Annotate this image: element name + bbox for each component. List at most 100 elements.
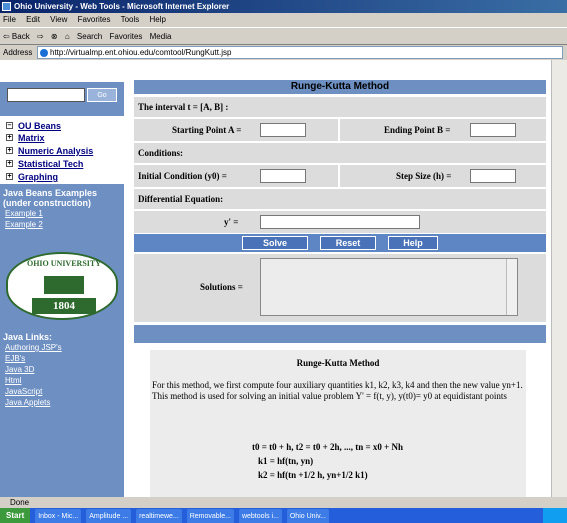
search-input[interactable] xyxy=(7,88,85,102)
ending-point-input[interactable] xyxy=(470,123,516,137)
example-1-link[interactable]: Example 1 xyxy=(0,208,124,219)
method-description: Runge-Kutta Method For this method, we f… xyxy=(150,350,526,497)
menu-favorites[interactable]: Favorites xyxy=(78,15,111,24)
initial-condition-label: Initial Condition (y0) = xyxy=(138,171,227,181)
conditions-row: Conditions: xyxy=(134,143,546,163)
menu-view[interactable]: View xyxy=(50,15,67,24)
link-ejb[interactable]: EJB's xyxy=(0,353,124,364)
taskbar-item[interactable]: Amplitude ... xyxy=(86,509,132,523)
link-html[interactable]: Html xyxy=(0,375,124,386)
interval-label: The interval t = [A, B] : xyxy=(138,102,229,112)
ie-icon xyxy=(2,2,11,11)
starting-point-label: Starting Point A = xyxy=(172,125,242,135)
equation-2: k1 = hf(tn, yn) xyxy=(258,456,314,466)
expand-icon[interactable]: + xyxy=(6,173,13,180)
example-2-link[interactable]: Example 2 xyxy=(0,219,124,230)
address-bar: Address http://virtualmp.ent.ohiou.edu/c… xyxy=(0,45,567,60)
system-tray xyxy=(543,508,567,523)
status-bar: Done xyxy=(0,497,567,508)
link-java-applets[interactable]: Java Applets xyxy=(0,397,124,408)
sidebar-item-statistical-tech[interactable]: + Statistical Tech xyxy=(6,158,122,171)
taskbar-item[interactable]: realtimewe... xyxy=(136,509,182,523)
conditions-label: Conditions: xyxy=(138,148,184,158)
points-row: Starting Point A = Ending Point B = xyxy=(134,119,546,141)
description-paragraph: For this method, we first compute four a… xyxy=(152,380,523,401)
go-button[interactable]: Go xyxy=(87,88,117,102)
sidebar-item-matrix[interactable]: + Matrix xyxy=(6,132,122,145)
page-viewport: Go – OU Beans + Matrix + Numeric Analysis +… xyxy=(0,60,567,497)
sidebar-item-numeric-analysis[interactable]: + Numeric Analysis xyxy=(6,145,122,158)
description-title: Runge-Kutta Method xyxy=(296,358,380,368)
window-title: Ohio University - Web Tools - Microsoft … xyxy=(14,2,230,11)
search-button[interactable]: Search xyxy=(77,32,102,41)
ending-point-label: Ending Point B = xyxy=(384,125,451,135)
stop-button[interactable]: ⊗ xyxy=(51,32,58,41)
solutions-textarea[interactable] xyxy=(260,258,518,316)
interval-row: The interval t = [A, B] : xyxy=(134,97,546,117)
java-links-heading: Java Links: xyxy=(3,332,53,342)
menu-help[interactable]: Help xyxy=(150,15,166,24)
solutions-label: Solutions = xyxy=(200,282,243,292)
browser-toolbar: ⇦ Back ⇨ ⊗ ⌂ Search Favorites Media xyxy=(0,27,567,45)
initial-condition-input[interactable] xyxy=(260,169,306,183)
link-authoring-jsp[interactable]: Authoring JSP's xyxy=(0,342,124,353)
page-scrollbar[interactable] xyxy=(551,60,567,497)
menu-tools[interactable]: Tools xyxy=(121,15,140,24)
expand-icon[interactable]: + xyxy=(6,147,13,154)
yprime-row: y' = xyxy=(134,211,546,233)
ou-beans-heading[interactable]: – OU Beans xyxy=(6,120,122,132)
ohio-university-logo: OHIO UNIVERSITY 1804 xyxy=(6,252,118,320)
sidebar-item-graphing[interactable]: + Graphing xyxy=(6,171,122,184)
conditions-inputs-row: Initial Condition (y0) = Step Size (h) = xyxy=(134,165,546,187)
step-size-label: Step Size (h) = xyxy=(396,171,452,181)
expand-icon[interactable]: + xyxy=(6,134,13,141)
menu-bar: File Edit View Favorites Tools Help xyxy=(0,13,567,27)
diffeq-row: Differential Equation: xyxy=(134,189,546,209)
status-text: Done xyxy=(10,498,30,507)
start-button[interactable]: Start xyxy=(0,508,31,523)
reset-button[interactable]: Reset xyxy=(320,236,376,250)
equation-3: k2 = hf(tn +1/2 h, yn+1/2 k1) xyxy=(258,470,368,480)
solve-button[interactable]: Solve xyxy=(242,236,308,250)
logo-year: 1804 xyxy=(32,298,96,314)
back-button[interactable]: ⇦ Back xyxy=(3,32,30,41)
button-bar: Solve Reset Help xyxy=(134,234,546,252)
window-title-bar: Ohio University - Web Tools - Microsoft … xyxy=(0,0,567,13)
link-java-3d[interactable]: Java 3D xyxy=(0,364,124,375)
calculator-panel: Runge-Kutta Method The interval t = [A, … xyxy=(134,80,546,497)
taskbar-item[interactable]: webtools i... xyxy=(238,509,282,523)
taskbar-item-active[interactable]: Ohio Univ... xyxy=(286,509,329,523)
forward-button[interactable]: ⇨ xyxy=(37,32,44,41)
yprime-label: y' = xyxy=(224,217,239,227)
page-title: Runge-Kutta Method xyxy=(134,80,546,94)
menu-file[interactable]: File xyxy=(3,15,16,24)
expand-icon[interactable]: + xyxy=(6,160,13,167)
address-label: Address xyxy=(3,48,33,57)
help-button[interactable]: Help xyxy=(388,236,438,250)
sidebar-blue-panel: Java Beans Examples (under construction)… xyxy=(0,184,124,497)
link-javascript[interactable]: JavaScript xyxy=(0,386,124,397)
logo-building-icon xyxy=(44,276,84,294)
solutions-row: Solutions = xyxy=(134,254,546,322)
media-button[interactable]: Media xyxy=(150,32,172,41)
step-size-input[interactable] xyxy=(470,169,516,183)
solutions-scrollbar[interactable] xyxy=(506,259,517,315)
sidebar: Go – OU Beans + Matrix + Numeric Analysis +… xyxy=(0,60,124,497)
home-button[interactable]: ⌂ xyxy=(65,32,70,41)
diffeq-label: Differential Equation: xyxy=(138,194,224,204)
equation-1: t0 = t0 + h, t2 = t0 + 2h, ..., tn = x0 … xyxy=(252,442,404,452)
starting-point-input[interactable] xyxy=(260,123,306,137)
collapse-icon[interactable]: – xyxy=(6,122,13,129)
taskbar-item[interactable]: Removable... xyxy=(186,509,234,523)
address-url: http://virtualmp.ent.ohiou.edu/comtool/R… xyxy=(50,48,232,57)
taskbar-item[interactable]: Inbox - Mic... xyxy=(35,509,82,523)
menu-edit[interactable]: Edit xyxy=(26,15,40,24)
java-beans-examples-heading: Java Beans Examples (under construction) xyxy=(3,188,98,208)
yprime-input[interactable] xyxy=(260,215,420,229)
address-input[interactable]: http://virtualmp.ent.ohiou.edu/comtool/R… xyxy=(37,46,563,59)
favorites-button[interactable]: Favorites xyxy=(110,32,143,41)
page-icon xyxy=(40,49,48,57)
logo-text: OHIO UNIVERSITY xyxy=(26,259,101,268)
ou-beans-menu: – OU Beans + Matrix + Numeric Analysis + Sta… xyxy=(6,120,122,184)
windows-taskbar: Start Inbox - Mic... Amplitude ... realt… xyxy=(0,508,567,523)
